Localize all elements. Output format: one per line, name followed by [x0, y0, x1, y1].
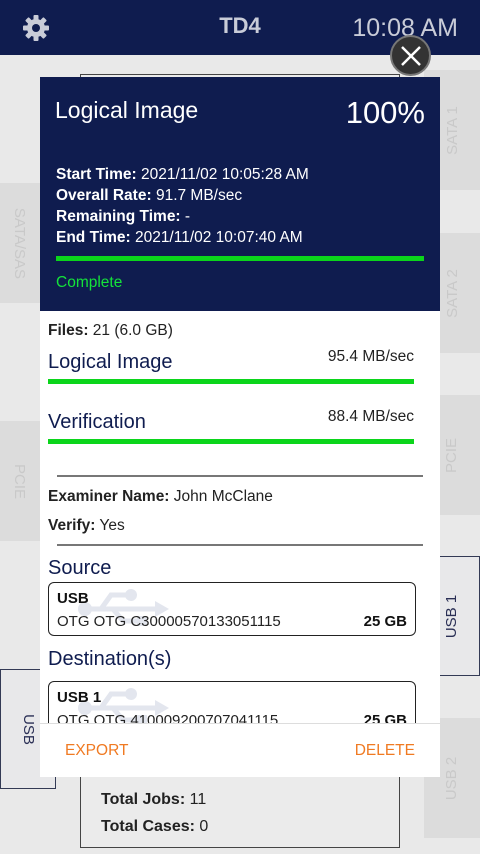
- source-device-box[interactable]: USB OTG OTG C30000570133051115 25 GB: [48, 582, 416, 636]
- status-text: Complete: [56, 274, 123, 291]
- divider: [57, 475, 423, 477]
- job-name: Logical Image: [55, 97, 199, 123]
- modal-scroll-content[interactable]: Files: 21 (6.0 GB) Logical Image 95.4 MB…: [40, 311, 440, 723]
- source-device-size: 25 GB: [363, 613, 407, 630]
- destination-device-box[interactable]: USB 1 OTG OTG 410009200707041115 25 GB: [48, 681, 416, 723]
- export-button[interactable]: EXPORT: [65, 742, 128, 760]
- verification-progress-bar: [48, 439, 414, 444]
- source-device-serial: OTG OTG C30000570133051115: [57, 613, 281, 630]
- close-button[interactable]: [390, 35, 431, 76]
- job-percent: 100%: [345, 95, 425, 130]
- verification-title: Verification: [48, 411, 146, 433]
- logical-image-title: Logical Image: [48, 351, 173, 373]
- job-detail-modal: Logical Image 100% Start Time: 2021/11/0…: [40, 77, 440, 777]
- total-jobs-row: Total Jobs: 11: [101, 791, 207, 808]
- usb-icon: [77, 585, 173, 638]
- logical-image-progress-bar: [48, 379, 414, 384]
- verification-rate: 88.4 MB/sec: [327, 408, 414, 425]
- source-title: Source: [48, 557, 112, 579]
- overall-rate-row: Overall Rate: 91.7 MB/sec: [56, 187, 243, 204]
- delete-button[interactable]: DELETE: [355, 742, 415, 760]
- destination-device-name: USB 1: [57, 689, 102, 706]
- source-device-name: USB: [57, 590, 89, 607]
- modal-header: Logical Image 100% Start Time: 2021/11/0…: [40, 77, 440, 311]
- overall-progress-fill: [56, 256, 424, 261]
- verify-row: Verify: Yes: [48, 517, 125, 534]
- logical-image-rate: 95.4 MB/sec: [327, 348, 414, 365]
- destination-device-serial: OTG OTG 410009200707041115: [57, 712, 279, 723]
- remaining-time-row: Remaining Time: -: [56, 208, 191, 225]
- port-tile-pcie-left[interactable]: PCIE: [0, 421, 40, 541]
- destination-title: Destination(s): [48, 648, 172, 670]
- files-row: Files: 21 (6.0 GB): [48, 322, 173, 339]
- examiner-row: Examiner Name: John McClane: [48, 488, 273, 505]
- modal-footer: EXPORT DELETE: [40, 723, 440, 777]
- port-tile-sata-sas[interactable]: SATA/SAS: [0, 183, 40, 303]
- overall-progress-bar: [56, 256, 424, 261]
- divider: [57, 544, 423, 546]
- destination-device-size: 25 GB: [363, 712, 407, 723]
- end-time-row: End Time: 2021/11/02 10:07:40 AM: [56, 229, 303, 246]
- total-cases-row: Total Cases: 0: [101, 818, 209, 835]
- start-time-row: Start Time: 2021/11/02 10:05:28 AM: [56, 166, 309, 183]
